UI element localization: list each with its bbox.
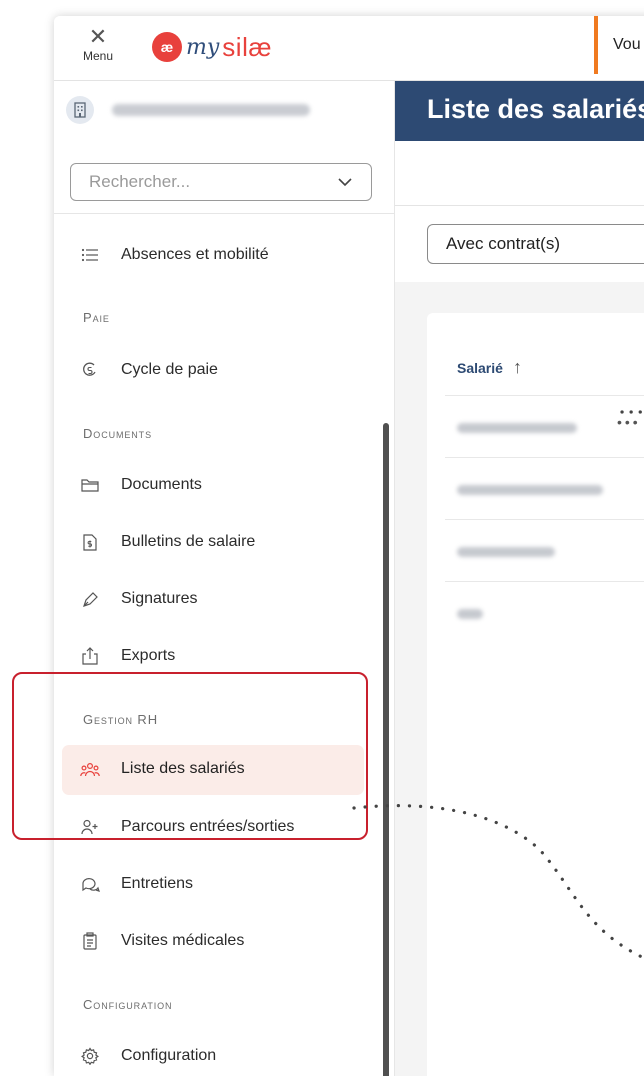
annotation-highlight-box (12, 672, 368, 840)
export-icon (80, 646, 100, 666)
logo-badge: æ (152, 32, 182, 62)
sort-ascending-icon: ↑ (512, 357, 522, 377)
logo-my-text: my (186, 34, 220, 60)
company-selector[interactable] (66, 95, 310, 125)
sidebar: Rechercher... Absences et mobilité Paie … (54, 81, 395, 1076)
header-divider (445, 395, 644, 396)
search-placeholder: Rechercher... (89, 172, 191, 191)
menu-label: Menu (82, 49, 114, 63)
row-divider (445, 457, 644, 458)
sidebar-item-label: Documents (121, 476, 202, 493)
sidebar-item-label: Configuration (121, 1047, 217, 1064)
company-name-redacted (112, 104, 310, 116)
sidebar-item-label: Visites médicales (121, 932, 245, 949)
filter-bar: Avec contrat(s) (395, 206, 644, 282)
contract-filter-select[interactable]: Avec contrat(s) (427, 224, 644, 264)
page-title: Liste des salariés (427, 94, 644, 124)
section-title-documents: Documents (83, 426, 152, 441)
sidebar-search-select[interactable]: Rechercher... (70, 163, 372, 201)
clipboard-icon (80, 931, 100, 951)
sidebar-item-label: Cycle de paie (121, 361, 218, 378)
topbar-message: Vou (613, 36, 641, 53)
gear-icon (80, 1046, 100, 1066)
folder-icon (80, 475, 100, 495)
employee-table-card: Salarié ↑ ••• (427, 313, 644, 1076)
notification-accent-bar (594, 16, 598, 74)
employee-name-redacted[interactable] (457, 485, 603, 495)
sidebar-item-absences[interactable]: Absences et mobilité (54, 237, 394, 273)
row-divider (445, 581, 644, 582)
employee-name-redacted[interactable] (457, 423, 577, 433)
row-divider (445, 519, 644, 520)
employee-name-redacted[interactable] (457, 609, 483, 619)
main-content: Liste des salariés Avec contrat(s) Salar… (395, 81, 644, 1076)
close-icon: ✕ (88, 24, 108, 49)
sidebar-item-label: Bulletins de salaire (121, 533, 256, 550)
app-window: ✕ Menu æ my silæ Vou Rechercher... Absen… (54, 16, 644, 1076)
mysilae-logo[interactable]: æ my silæ (152, 31, 272, 63)
sidebar-item-visites-medicales[interactable]: Visites médicales (54, 923, 394, 959)
sidebar-item-cycle-de-paie[interactable]: Cycle de paie (54, 352, 394, 388)
payslip-icon (80, 532, 100, 552)
sidebar-item-configuration[interactable]: Configuration (54, 1038, 394, 1074)
column-header-salarie[interactable]: Salarié ↑ (457, 357, 522, 378)
employee-name-redacted[interactable] (457, 547, 555, 557)
sidebar-item-signatures[interactable]: Signatures (54, 581, 394, 617)
building-icon (66, 96, 94, 124)
sidebar-scrollbar[interactable] (383, 423, 389, 1076)
page-header: Liste des salariés (395, 81, 644, 141)
chat-icon (80, 874, 100, 894)
sidebar-divider (54, 213, 394, 214)
top-bar: ✕ Menu æ my silæ Vou (54, 16, 644, 81)
sidebar-item-label: Absences et mobilité (121, 246, 269, 263)
cycle-icon (80, 360, 100, 380)
pen-icon (80, 589, 100, 609)
sidebar-item-entretiens[interactable]: Entretiens (54, 866, 394, 902)
sidebar-item-label: Exports (121, 647, 176, 664)
page-toolbar (395, 141, 644, 206)
sidebar-item-documents[interactable]: Documents (54, 467, 394, 503)
chevron-down-icon (337, 172, 353, 192)
column-header-label: Salarié (457, 359, 503, 376)
list-icon (80, 245, 100, 265)
sidebar-item-label: Signatures (121, 590, 198, 607)
section-title-configuration: Configuration (83, 997, 173, 1012)
sidebar-item-bulletins[interactable]: Bulletins de salaire (54, 524, 394, 560)
logo-brand-text: silæ (222, 31, 272, 62)
row-actions-icon[interactable]: ••• (617, 414, 641, 430)
section-title-paie: Paie (83, 310, 110, 325)
sidebar-item-exports[interactable]: Exports (54, 638, 394, 674)
sidebar-item-label: Entretiens (121, 875, 194, 892)
menu-button[interactable]: ✕ Menu (76, 24, 120, 64)
